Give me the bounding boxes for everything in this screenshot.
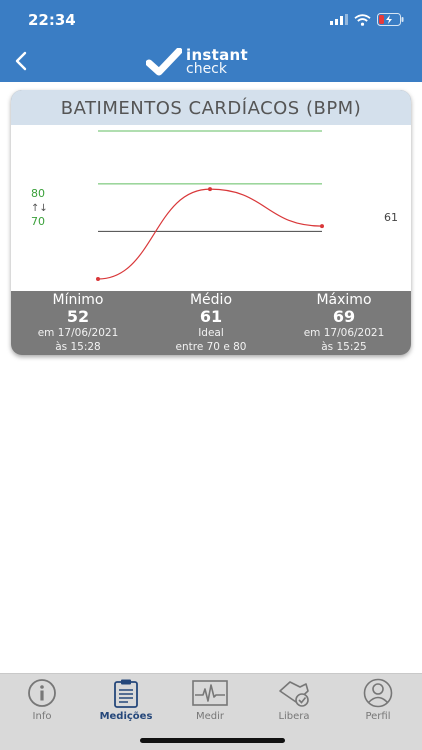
tab-libera[interactable]: Libera xyxy=(252,678,336,722)
release-icon xyxy=(279,681,309,707)
tab-medicoes-label: Medições xyxy=(99,711,153,722)
tab-perfil-label: Perfil xyxy=(365,711,391,722)
heart-rate-chart: 80 ↑↓ 70 61 xyxy=(31,130,398,281)
app-logo: instant check xyxy=(146,46,248,78)
tab-medicoes[interactable]: Medições xyxy=(84,678,168,722)
data-point-0 xyxy=(96,277,100,281)
home-indicator xyxy=(140,738,285,743)
back-button[interactable] xyxy=(6,46,36,76)
tab-medir-label: Medir xyxy=(195,711,225,722)
signal-icon xyxy=(330,14,348,25)
tab-libera-label: Libera xyxy=(278,711,310,722)
stat-min-label: Mínimo xyxy=(52,292,104,308)
stat-max-date: em 17/06/2021 xyxy=(303,327,385,339)
card-header: BATIMENTOS CARDÍACOS (BPM) xyxy=(11,90,411,125)
stat-min-date: em 17/06/2021 xyxy=(37,327,119,339)
stat-min-time: às 15:28 xyxy=(55,341,101,353)
logo-line2: check xyxy=(186,61,227,77)
ideal-lower-label: 70 xyxy=(31,215,45,228)
stat-average: Médio 61 Ideal entre 70 e 80 xyxy=(144,291,278,354)
nav-bar: instant check xyxy=(0,40,422,82)
stat-avg-value: 61 xyxy=(199,307,223,326)
status-bar: 22:34 xyxy=(0,0,422,40)
stat-avg-label: Médio xyxy=(189,292,233,308)
heart-rate-series-line xyxy=(97,188,323,280)
chart-area: 80 ↑↓ 70 61 xyxy=(11,125,411,291)
data-points xyxy=(96,187,324,281)
stat-max-value: 69 xyxy=(332,307,356,326)
chevron-left-icon xyxy=(15,51,27,71)
card-title: BATIMENTOS CARDÍACOS (BPM) xyxy=(60,98,362,119)
average-value-label: 61 xyxy=(384,211,398,224)
info-icon xyxy=(28,679,56,707)
checkmark-logo-icon xyxy=(146,48,182,76)
ecg-icon xyxy=(192,680,228,706)
stat-min-value: 52 xyxy=(66,307,90,326)
profile-icon xyxy=(363,678,393,708)
tab-perfil[interactable]: Perfil xyxy=(336,678,420,722)
stat-max-time: às 15:25 xyxy=(321,341,367,353)
clipboard-icon xyxy=(114,679,138,708)
stat-maximum: Máximo 69 em 17/06/2021 às 15:25 xyxy=(277,291,411,354)
stat-max-label: Máximo xyxy=(316,292,372,308)
stat-avg-range: entre 70 e 80 xyxy=(175,341,247,353)
stats-panel: Mínimo 52 em 17/06/2021 às 15:28 Médio 6… xyxy=(11,291,411,355)
ideal-range-arrows: ↑↓ xyxy=(31,203,48,214)
status-time: 22:34 xyxy=(28,11,76,29)
heart-rate-card: BATIMENTOS CARDÍACOS (BPM) 80 ↑↓ 70 61 M… xyxy=(11,90,411,355)
tab-info[interactable]: Info xyxy=(0,678,84,722)
stat-minimum: Mínimo 52 em 17/06/2021 às 15:28 xyxy=(11,291,145,354)
status-icons xyxy=(330,13,404,26)
battery-icon xyxy=(377,13,404,26)
tab-medir[interactable]: Medir xyxy=(168,678,252,722)
tab-info-label: Info xyxy=(32,711,52,722)
data-point-1 xyxy=(208,187,212,192)
data-point-2 xyxy=(320,224,324,229)
ideal-upper-label: 80 xyxy=(31,187,45,200)
wifi-icon xyxy=(354,13,371,26)
stat-avg-ideal: Ideal xyxy=(198,327,224,339)
logo-line1: instant xyxy=(186,46,248,64)
